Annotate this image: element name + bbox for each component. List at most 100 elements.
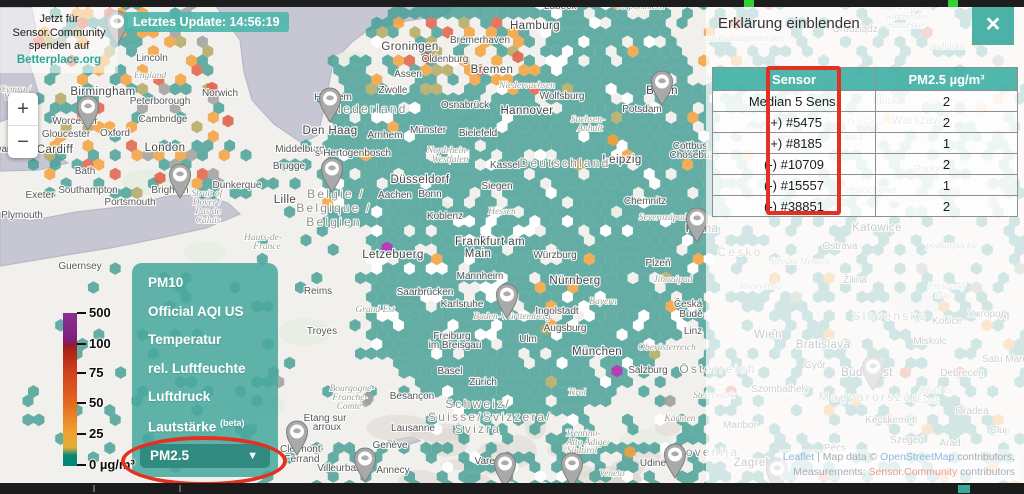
menu-item-temperatur[interactable]: Temperatur: [148, 332, 278, 347]
map-label: Brugge: [273, 161, 306, 172]
map-label: Bremerhaven: [450, 35, 510, 46]
map-label: Chemnitz: [624, 196, 666, 207]
menu-item-aqi-us[interactable]: Official AQI US: [148, 304, 278, 319]
betterplace-link[interactable]: Betterplace.org: [0, 54, 118, 68]
layer-dropdown-pm25[interactable]: PM2.5 ▼: [140, 444, 270, 468]
chrome-tick: [93, 485, 95, 492]
map-label: Letzebuerg: [362, 249, 424, 261]
map-label: Würzburg: [533, 250, 576, 261]
hexbin-cell[interactable]: [355, 272, 366, 285]
hexbin-cell[interactable]: [284, 357, 295, 370]
map-label: Tirol: [568, 388, 586, 398]
map-label: Cambridge: [139, 114, 188, 125]
value-cell: 1: [876, 133, 1018, 154]
hexbin-cell[interactable]: [55, 432, 66, 445]
zoom-out-button[interactable]: −: [8, 125, 38, 158]
hexbin-cell[interactable]: [33, 414, 44, 427]
hexbin-cell[interactable]: [268, 177, 279, 190]
zoom-in-button[interactable]: +: [8, 93, 38, 125]
menu-item-label: Lautstärke: [148, 419, 216, 434]
hexbin-cell[interactable]: [241, 149, 252, 162]
table-row: (+) #54752: [713, 112, 1018, 133]
menu-item-pm10[interactable]: PM10: [148, 275, 278, 290]
map-label: Den Haag: [303, 125, 358, 137]
osm-link[interactable]: OpenStreetMap: [880, 451, 954, 463]
hexbin-cell[interactable]: [355, 347, 366, 360]
chrome-accent: [948, 0, 958, 7]
hexbin-cell[interactable]: [104, 442, 115, 455]
hexbin-cell[interactable]: [284, 206, 295, 219]
map-label: Cardiff: [37, 144, 74, 156]
hexbin-cell[interactable]: [192, 121, 203, 134]
map-label: Belgien: [306, 215, 361, 229]
menu-item-luftdruck[interactable]: Luftdruck: [148, 389, 278, 404]
map-label: Bayern: [589, 297, 617, 307]
chrome-accent: [744, 0, 754, 7]
map-label: Kärnten: [663, 414, 695, 424]
map-label: Zwolle: [379, 85, 408, 96]
map-label: Lausanne: [391, 423, 435, 434]
map-label: Udine: [640, 458, 667, 469]
hexbin-cell[interactable]: [301, 234, 312, 247]
map-label: Genève: [372, 440, 407, 451]
chrome-accent: [958, 485, 970, 493]
map-label: Potsdam: [622, 104, 661, 115]
map-label: Basel: [437, 366, 462, 377]
table-row: (-) #107092: [713, 154, 1018, 175]
hexbin-cell[interactable]: [115, 366, 126, 379]
map-label: Plzeň: [645, 258, 670, 269]
hexbin-cell[interactable]: [55, 319, 66, 332]
map-label: Deutschland: [520, 156, 611, 170]
explanation-toggle[interactable]: Erklärung einblenden: [718, 15, 860, 32]
hexbin-cell[interactable]: [290, 177, 301, 190]
hexbin-cell[interactable]: [88, 451, 99, 464]
map-label: Hessen: [487, 207, 516, 217]
map-label: Ferrand: [284, 454, 319, 465]
map-label: Veneto: [599, 469, 625, 479]
hexbin-cell[interactable]: [655, 376, 666, 389]
hexbin-cell[interactable]: [328, 243, 339, 256]
map-label: Dunkerque: [213, 180, 262, 191]
hexbin-cell[interactable]: [638, 385, 649, 398]
last-update-badge: Letztes Update: 14:56:19: [124, 12, 289, 32]
hexbin-cell[interactable]: [110, 262, 121, 275]
map-label: Besançon: [390, 391, 434, 402]
value-cell: 1: [876, 175, 1018, 196]
sensor-cell: (-) #10709: [713, 154, 876, 175]
map-label: Birmingham: [70, 86, 135, 98]
table-row: (-) #388512: [713, 196, 1018, 217]
hexbin-cell[interactable]: [72, 404, 83, 417]
sensor-cell: (+) #8185: [713, 133, 876, 154]
map-label: Oberösterreich: [638, 343, 696, 353]
sensor-pin[interactable]: [355, 448, 376, 482]
hexbin-cell[interactable]: [350, 319, 361, 332]
hexbin-cell[interactable]: [110, 149, 121, 162]
map-label: Bath: [75, 166, 96, 177]
hexbin-cell[interactable]: [655, 395, 666, 408]
value-cell: 2: [876, 112, 1018, 133]
map-label: im Breisgau: [429, 340, 482, 351]
hexbin-cell[interactable]: [665, 395, 676, 408]
hexbin-cell[interactable]: [88, 281, 99, 294]
sensor-cell: Median 5 Sens.: [713, 91, 876, 112]
map-label: Oxford: [100, 128, 130, 139]
map-label: Nürnberg: [549, 275, 600, 287]
hexbin-cell[interactable]: [93, 328, 104, 341]
leaflet-link[interactable]: Leaflet: [783, 451, 815, 463]
map-label: Peterborough: [130, 96, 191, 107]
map-label: Salzburg: [628, 365, 667, 376]
sensor-cell: (+) #5475: [713, 112, 876, 133]
menu-item-lautstaerke[interactable]: Lautstärke (beta): [148, 418, 278, 435]
hexbin-cell[interactable]: [23, 414, 34, 427]
menu-item-luftfeuchte[interactable]: rel. Luftfeuchte: [148, 361, 278, 376]
hexbin-cell[interactable]: [110, 168, 121, 181]
map-label: Schweiz/: [445, 397, 511, 411]
map-label: arroux: [313, 422, 341, 433]
map-label: Düsseldorf: [391, 174, 450, 186]
close-icon[interactable]: ×: [972, 5, 1014, 45]
hexbin-cell[interactable]: [223, 115, 234, 128]
sensor-cell: (-) #38851: [713, 196, 876, 217]
map-label: Exeter: [26, 190, 56, 201]
hexbin-cell[interactable]: [311, 272, 322, 285]
sensor-community-link[interactable]: Sensor.Community: [869, 466, 958, 478]
